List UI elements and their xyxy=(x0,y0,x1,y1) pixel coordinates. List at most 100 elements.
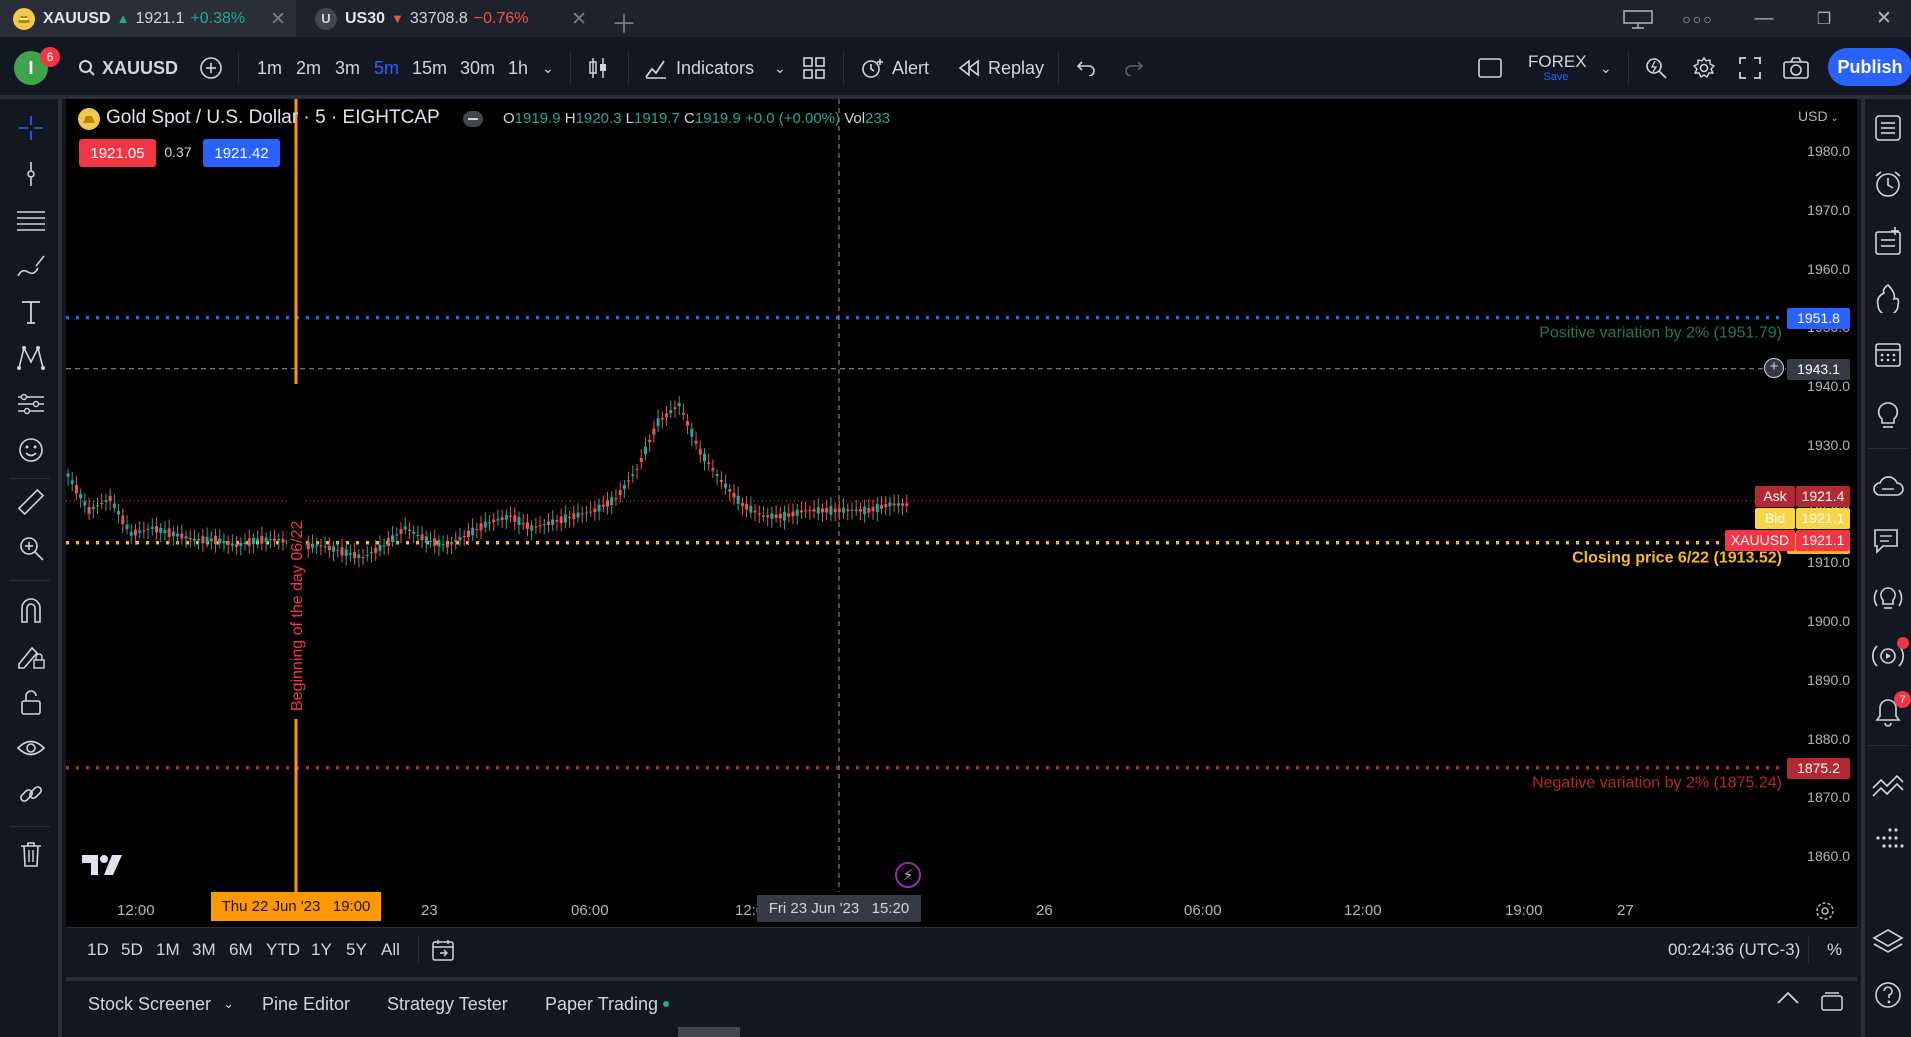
tab-stock-screener[interactable]: Stock Screener ⌄ xyxy=(88,985,234,1023)
indicators-button[interactable]: Indicators xyxy=(644,37,754,99)
percent-scale-toggle[interactable]: % xyxy=(1827,927,1842,973)
range-all[interactable]: All xyxy=(381,927,400,973)
object-tree-icon[interactable] xyxy=(1868,221,1908,261)
currency-selector[interactable]: USD ⌄ xyxy=(1798,108,1839,124)
ruler-icon[interactable] xyxy=(13,484,49,520)
ideas-lightbulb-icon[interactable] xyxy=(1868,396,1908,436)
range-1y[interactable]: 1Y xyxy=(311,927,332,973)
tab-paper-trading[interactable]: Paper Trading xyxy=(545,985,670,1023)
magnet-icon[interactable] xyxy=(13,592,49,628)
alert-button[interactable]: Alert xyxy=(860,37,929,99)
series-title[interactable]: Gold Spot / U.S. Dollar · 5 · EIGHTCAP xyxy=(106,107,440,129)
tab-strategy-tester[interactable]: Strategy Tester xyxy=(387,985,508,1023)
clock-timezone[interactable]: 00:24:36 (UTC-3) xyxy=(1668,927,1800,973)
go-to-date-calendar-icon[interactable] xyxy=(431,927,455,973)
camera-snapshot-icon[interactable] xyxy=(1783,37,1809,99)
zoom-in-icon[interactable] xyxy=(13,530,49,566)
layout-toggle-icon[interactable] xyxy=(1610,0,1666,37)
signal-bulb-icon[interactable] xyxy=(1868,578,1908,618)
layout-dropdown-chevron-icon[interactable]: ⌄ xyxy=(1600,37,1612,99)
symbol-search-button[interactable]: XAUUSD xyxy=(78,37,178,99)
range-5y[interactable]: 5Y xyxy=(346,927,367,973)
interval-1m[interactable]: 1m xyxy=(257,37,282,99)
cloud-chat-icon[interactable] xyxy=(1868,466,1908,506)
trend-line-icon[interactable] xyxy=(13,156,49,192)
volume-value: 233 xyxy=(865,110,891,127)
templates-grid-icon[interactable] xyxy=(803,37,825,99)
trash-icon[interactable] xyxy=(13,836,49,872)
price-chart[interactable]: Beginning of the day 06/22 Positive varia… xyxy=(66,99,1857,927)
close-window-icon[interactable]: ✕ xyxy=(1856,0,1911,37)
indicators-dropdown-chevron-icon[interactable]: ⌄ xyxy=(774,37,786,99)
candle-body xyxy=(277,538,281,541)
link-icon[interactable] xyxy=(13,776,49,812)
browser-tab-xauusd[interactable]: XAUUSD ▲ 1921.1 +0.38% ✕ xyxy=(0,0,296,37)
pattern-tool-icon[interactable] xyxy=(13,340,49,376)
sell-price-button[interactable]: 1921.05 xyxy=(79,139,156,167)
trading-panel-icon[interactable] xyxy=(1868,764,1908,804)
more-icon[interactable]: ○○○ xyxy=(1670,0,1726,37)
range-ytd[interactable]: YTD xyxy=(266,927,300,973)
replay-button[interactable]: Replay xyxy=(958,37,1044,99)
new-tab-icon[interactable]: ＋ xyxy=(611,4,637,41)
range-3m[interactable]: 3M xyxy=(192,927,216,973)
time-axis-settings-gear-icon[interactable] xyxy=(1814,900,1836,922)
eye-visibility-icon[interactable] xyxy=(13,730,49,766)
range-1d[interactable]: 1D xyxy=(87,927,109,973)
buy-price-button[interactable]: 1921.42 xyxy=(203,139,280,167)
hotlists-flame-icon[interactable] xyxy=(1868,278,1908,318)
text-tool-icon[interactable] xyxy=(13,294,49,330)
lock-drawings-pencil-icon[interactable] xyxy=(13,638,49,674)
interval-3m[interactable]: 3m xyxy=(335,37,360,99)
range-6m[interactable]: 6M xyxy=(229,927,253,973)
restore-icon[interactable]: ❐ xyxy=(1796,0,1852,37)
horizontal-lines-icon[interactable] xyxy=(13,202,49,238)
range-1m[interactable]: 1M xyxy=(156,927,180,973)
fullscreen-layout-icon[interactable] xyxy=(1478,37,1502,99)
chats-icon[interactable] xyxy=(1868,521,1908,561)
interval-2m[interactable]: 2m xyxy=(296,37,321,99)
interval-15m[interactable]: 15m xyxy=(412,37,447,99)
redo-icon[interactable] xyxy=(1124,37,1144,99)
help-question-icon[interactable] xyxy=(1868,975,1908,1015)
minimize-icon[interactable]: — xyxy=(1736,0,1792,37)
crosshair-cursor-icon[interactable] xyxy=(13,110,49,146)
undo-icon[interactable] xyxy=(1076,37,1096,99)
candles-chart-type-icon[interactable] xyxy=(586,37,610,99)
candle-body xyxy=(273,538,277,541)
collapse-panel-chevron-up-icon[interactable] xyxy=(1776,990,1800,1006)
interval-30m[interactable]: 30m xyxy=(460,37,495,99)
candle-body xyxy=(79,494,83,499)
publish-button[interactable]: Publish xyxy=(1828,48,1911,86)
prediction-tool-icon[interactable] xyxy=(13,386,49,422)
dom-levels-icon[interactable] xyxy=(1868,820,1908,860)
close-tab-icon[interactable]: ✕ xyxy=(571,8,587,31)
settings-gear-icon[interactable] xyxy=(1692,37,1716,99)
layout-name-button[interactable]: FOREX Save xyxy=(1528,53,1587,84)
smiley-icon[interactable] xyxy=(13,432,49,468)
watchlist-icon[interactable] xyxy=(1868,108,1908,148)
calendar-icon[interactable] xyxy=(1868,334,1908,374)
maximize-panel-icon[interactable] xyxy=(1821,992,1843,1012)
panel-resize-handle[interactable] xyxy=(678,1027,740,1037)
unlock-icon[interactable] xyxy=(13,684,49,720)
interval-5m[interactable]: 5m xyxy=(374,37,399,99)
add-alert-plus-icon[interactable]: + xyxy=(1764,357,1784,378)
chart-pane[interactable]: Beginning of the day 06/22 Positive varia… xyxy=(66,99,1857,927)
browser-tab-us30[interactable]: U US30 ▼ 33708.8 −0.76% ✕ xyxy=(302,0,597,37)
tab-pine-editor[interactable]: Pine Editor xyxy=(262,985,350,1023)
quick-search-icon[interactable] xyxy=(1644,37,1668,99)
hide-series-toggle[interactable] xyxy=(463,111,483,127)
interval-dropdown-chevron-icon[interactable]: ⌄ xyxy=(542,37,554,99)
close-tab-icon[interactable]: ✕ xyxy=(270,8,286,31)
brush-icon[interactable] xyxy=(13,248,49,284)
compare-symbol-icon[interactable] xyxy=(199,37,223,99)
interval-1h[interactable]: 1h xyxy=(508,37,528,99)
toolbar-divider xyxy=(1628,51,1629,85)
alerts-clock-icon[interactable] xyxy=(1868,164,1908,204)
lightning-event-icon[interactable]: ⚡ xyxy=(895,862,921,888)
fullscreen-icon[interactable] xyxy=(1739,37,1761,99)
layers-icon[interactable] xyxy=(1868,922,1908,962)
range-5d[interactable]: 5D xyxy=(121,927,143,973)
tradingview-logo-icon[interactable] xyxy=(82,855,124,877)
